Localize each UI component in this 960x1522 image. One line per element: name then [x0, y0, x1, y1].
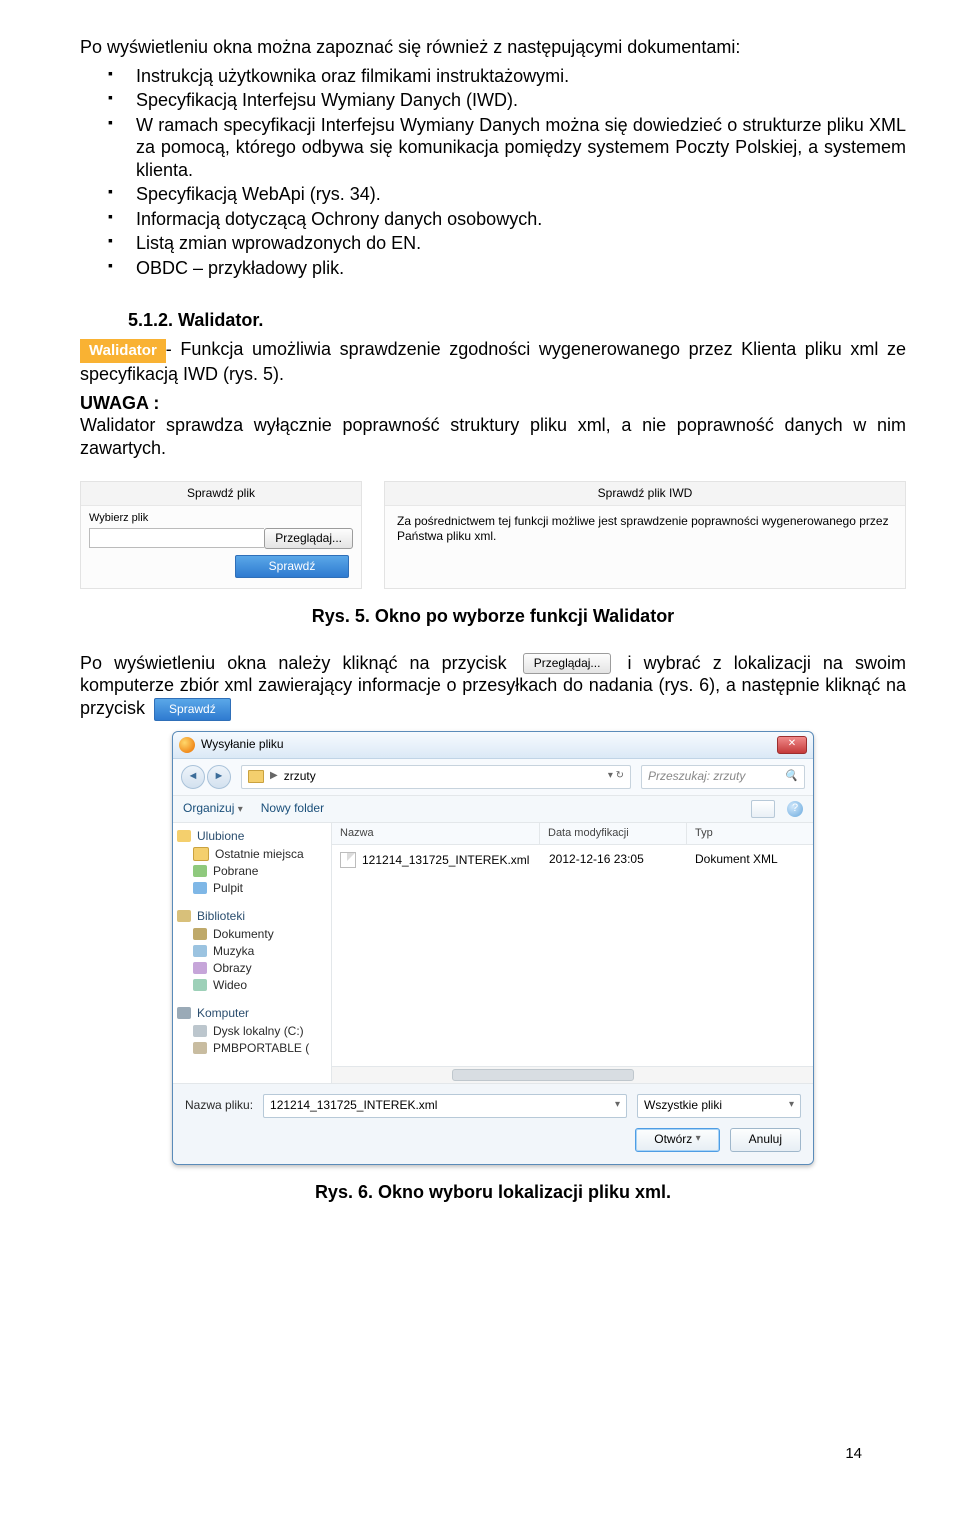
panel-heading: Sprawdź plik	[81, 482, 361, 506]
bullet-item: Specyfikacją WebApi (rys. 34).	[80, 183, 906, 206]
file-name: 121214_131725_INTEREK.xml	[362, 853, 529, 868]
search-placeholder: Przeszukaj: zrzuty	[648, 769, 745, 784]
sidebar-item-downloads[interactable]: Pobrane	[177, 863, 327, 880]
file-open-dialog: Wysyłanie pliku ✕ ◄ ► ▶ zrzuty ▾ ↻ Przes…	[172, 731, 814, 1165]
walidator-tag: Walidator	[80, 339, 166, 364]
section-heading: 5.1.2. Walidator.	[128, 309, 906, 332]
file-date: 2012-12-16 23:05	[541, 848, 687, 872]
walidator-text: - Funkcja umożliwia sprawdzenie zgodnośc…	[80, 339, 906, 385]
sidebar-item-recent[interactable]: Ostatnie miejsca	[177, 846, 327, 863]
text-run: Po wyświetleniu okna należy kliknąć na p…	[80, 653, 519, 673]
organize-button[interactable]: Organizuj ▾	[183, 801, 243, 817]
walidator-para: Walidator- Funkcja umożliwia sprawdzenie…	[80, 338, 906, 386]
bullet-item: W ramach specyfikacji Interfejsu Wymiany…	[80, 114, 906, 182]
sidebar-item-pictures[interactable]: Obrazy	[177, 960, 327, 977]
dialog-sidebar: Ulubione Ostatnie miejsca Pobrane Pulpit…	[173, 823, 332, 1083]
sidebar-item-documents[interactable]: Dokumenty	[177, 926, 327, 943]
chevron-down-icon: ▾	[789, 1099, 794, 1112]
filename-label: Nazwa pliku:	[185, 1098, 253, 1113]
panel-text: Za pośrednictwem tej funkcji możliwe jes…	[385, 506, 905, 562]
figure-caption-5: Rys. 5. Okno po wyborze funkcji Walidato…	[80, 605, 906, 628]
favorites-icon	[177, 830, 191, 842]
firefox-icon	[179, 737, 195, 753]
file-type: Dokument XML	[687, 848, 813, 872]
after-fig5-para: Po wyświetleniu okna należy kliknąć na p…	[80, 652, 906, 721]
dialog-titlebar: Wysyłanie pliku ✕	[173, 732, 813, 759]
bullet-item: OBDC – przykładowy plik.	[80, 257, 906, 280]
check-file-panel: Sprawdź plik Wybierz plik Przeglądaj... …	[80, 481, 362, 589]
filetype-select[interactable]: Wszystkie pliki▾	[637, 1094, 801, 1118]
bullet-list: Instrukcją użytkownika oraz filmikami in…	[80, 65, 906, 280]
breadcrumb-item: zrzuty	[284, 769, 316, 784]
back-button[interactable]: ◄	[181, 765, 205, 789]
xml-file-icon	[340, 852, 356, 868]
bullet-item: Instrukcją użytkownika oraz filmikami in…	[80, 65, 906, 88]
horizontal-scrollbar[interactable]	[332, 1066, 813, 1083]
sidebar-item-cdrive[interactable]: Dysk lokalny (C:)	[177, 1023, 327, 1040]
col-name[interactable]: Nazwa	[332, 823, 540, 845]
search-icon: 🔍	[784, 770, 798, 784]
dialog-toolbar: Organizuj ▾ Nowy folder ?	[173, 796, 813, 823]
browse-button-inline[interactable]: Przeglądaj...	[523, 653, 612, 674]
refresh-icon[interactable]: ▾ ↻	[608, 770, 624, 783]
uwaga-text: Walidator sprawdza wyłącznie poprawność …	[80, 415, 906, 458]
check-iwd-panel: Sprawdź plik IWD Za pośrednictwem tej fu…	[384, 481, 906, 589]
dialog-nav: ◄ ► ▶ zrzuty ▾ ↻ Przeszukaj: zrzuty 🔍	[173, 759, 813, 796]
page-number: 14	[845, 1445, 862, 1464]
panel-heading: Sprawdź plik IWD	[385, 482, 905, 506]
breadcrumb[interactable]: ▶ zrzuty ▾ ↻	[241, 765, 631, 789]
walidator-widget: Sprawdź plik Wybierz plik Przeglądaj... …	[80, 481, 906, 589]
dialog-title: Wysyłanie pliku	[201, 737, 284, 752]
sidebar-favorites[interactable]: Ulubione	[197, 829, 244, 844]
file-list-pane: Nazwa Data modyfikacji Typ 121214_131725…	[332, 823, 813, 1083]
figure-caption-6: Rys. 6. Okno wyboru lokalizacji pliku xm…	[80, 1181, 906, 1204]
uwaga-label: UWAGA :	[80, 393, 159, 413]
folder-icon	[248, 770, 264, 783]
search-input[interactable]: Przeszukaj: zrzuty 🔍	[641, 765, 805, 789]
col-type[interactable]: Typ	[687, 823, 813, 845]
close-button[interactable]: ✕	[777, 736, 807, 754]
filename-input[interactable]: 121214_131725_INTEREK.xml▾	[263, 1094, 627, 1118]
open-button[interactable]: Otwórz ▾	[635, 1128, 719, 1152]
file-list-header: Nazwa Data modyfikacji Typ	[332, 823, 813, 846]
sidebar-item-video[interactable]: Wideo	[177, 977, 327, 994]
cancel-button[interactable]: Anuluj	[730, 1128, 801, 1152]
bullet-item: Informacją dotyczącą Ochrony danych osob…	[80, 208, 906, 231]
uwaga-para: UWAGA : Walidator sprawdza wyłącznie pop…	[80, 392, 906, 460]
intro-para: Po wyświetleniu okna można zapoznać się …	[80, 36, 906, 59]
browse-button[interactable]: Przeglądaj...	[264, 528, 353, 549]
libraries-icon	[177, 910, 191, 922]
sidebar-item-desktop[interactable]: Pulpit	[177, 880, 327, 897]
view-options-button[interactable]	[751, 800, 775, 818]
chevron-right-icon: ▶	[270, 770, 278, 783]
forward-button[interactable]: ►	[207, 765, 231, 789]
sidebar-item-usb[interactable]: PMBPORTABLE (	[177, 1040, 327, 1057]
check-button[interactable]: Sprawdź	[235, 555, 349, 578]
new-folder-button[interactable]: Nowy folder	[261, 801, 324, 816]
chevron-down-icon[interactable]: ▾	[615, 1099, 620, 1112]
bullet-item: Listą zmian wprowadzonych do EN.	[80, 232, 906, 255]
computer-icon	[177, 1007, 191, 1019]
sidebar-computer[interactable]: Komputer	[197, 1006, 249, 1021]
bullet-item: Specyfikacją Interfejsu Wymiany Danych (…	[80, 89, 906, 112]
file-input[interactable]	[89, 528, 264, 548]
check-button-inline[interactable]: Sprawdź	[154, 698, 231, 721]
col-date[interactable]: Data modyfikacji	[540, 823, 687, 845]
choose-file-label: Wybierz plik	[89, 512, 353, 526]
file-row[interactable]: 121214_131725_INTEREK.xml 2012-12-16 23:…	[332, 845, 813, 875]
sidebar-item-music[interactable]: Muzyka	[177, 943, 327, 960]
dialog-bottom: Nazwa pliku: 121214_131725_INTEREK.xml▾ …	[173, 1083, 813, 1164]
sidebar-libraries[interactable]: Biblioteki	[197, 909, 245, 924]
help-icon[interactable]: ?	[787, 801, 803, 817]
